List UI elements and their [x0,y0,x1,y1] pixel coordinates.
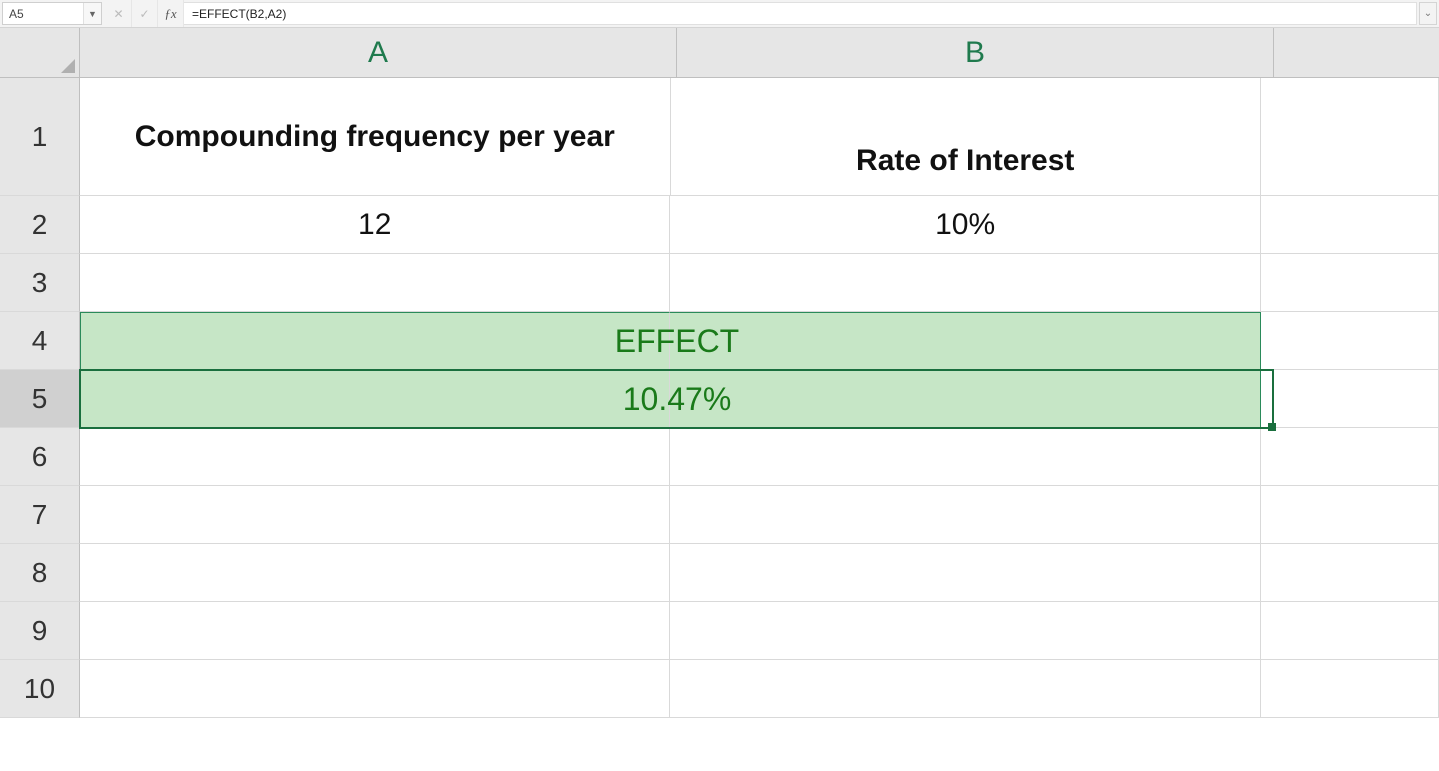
spreadsheet: AB 12345678910 Compounding frequency per… [0,28,1439,771]
cell-B8[interactable] [670,544,1260,602]
cell-blank-10[interactable] [1261,660,1439,718]
cell-B5[interactable] [670,370,1260,428]
row-header-3[interactable]: 3 [0,254,80,312]
cell-blank-3[interactable] [1261,254,1439,312]
cell-B2[interactable]: 10% [670,196,1260,254]
cell-blank-4[interactable] [1261,312,1439,370]
row-header-6[interactable]: 6 [0,428,80,486]
cell-A9[interactable] [80,602,670,660]
cell-A10[interactable] [80,660,670,718]
name-box[interactable]: A5 ▼ [2,2,102,25]
cell-blank-8[interactable] [1261,544,1439,602]
name-box-dropdown-icon[interactable]: ▼ [83,3,101,24]
grid-row-5: 10.47% [80,370,1439,428]
grid-row-3 [80,254,1439,312]
select-all-corner[interactable] [0,28,80,78]
formula-bar: A5 ▼ ✕ ✓ ƒx =EFFECT(B2,A2) ⌄ [0,0,1439,28]
cell-A2[interactable]: 12 [80,196,670,254]
grid-row-2: 1210% [80,196,1439,254]
row-header-7[interactable]: 7 [0,486,80,544]
cell-A3[interactable] [80,254,670,312]
row-header-1[interactable]: 1 [0,78,80,196]
cell-grid[interactable]: Compounding frequency per yearRate of In… [80,78,1439,771]
cell-blank-1[interactable] [1261,78,1439,196]
row-header-4[interactable]: 4 [0,312,80,370]
column-header-B[interactable]: B [677,28,1274,78]
name-box-value: A5 [9,7,24,21]
enter-icon[interactable]: ✓ [132,0,158,27]
formula-expand-icon[interactable]: ⌄ [1419,2,1437,25]
cell-blank-2[interactable] [1261,196,1439,254]
formula-input[interactable]: =EFFECT(B2,A2) [184,2,1417,25]
grid-row-9 [80,602,1439,660]
cell-blank-9[interactable] [1261,602,1439,660]
cell-B6[interactable] [670,428,1260,486]
row-header-5[interactable]: 5 [0,370,80,428]
cell-A8[interactable] [80,544,670,602]
cell-B7[interactable] [670,486,1260,544]
grid-row-6 [80,428,1439,486]
column-headers: AB [80,28,1439,78]
cell-A1[interactable]: Compounding frequency per year [80,78,671,196]
row-header-2[interactable]: 2 [0,196,80,254]
row-header-8[interactable]: 8 [0,544,80,602]
grid-row-1: Compounding frequency per yearRate of In… [80,78,1439,196]
cell-A7[interactable] [80,486,670,544]
row-headers: 12345678910 [0,78,80,718]
row-header-9[interactable]: 9 [0,602,80,660]
formula-text: =EFFECT(B2,A2) [192,7,286,21]
row-header-10[interactable]: 10 [0,660,80,718]
column-header-blank[interactable] [1274,28,1439,78]
cancel-icon[interactable]: ✕ [106,0,132,27]
grid-row-7 [80,486,1439,544]
cell-blank-6[interactable] [1261,428,1439,486]
grid-row-10 [80,660,1439,718]
column-header-A[interactable]: A [80,28,677,78]
fx-icon[interactable]: ƒx [158,0,184,27]
cell-A6[interactable] [80,428,670,486]
grid-row-4: EFFECT [80,312,1439,370]
grid-row-8 [80,544,1439,602]
cell-blank-7[interactable] [1261,486,1439,544]
cell-B9[interactable] [670,602,1260,660]
cell-A5[interactable] [80,370,670,428]
cell-B4[interactable] [670,312,1260,370]
cell-B10[interactable] [670,660,1260,718]
cell-blank-5[interactable] [1261,370,1439,428]
cell-B1[interactable]: Rate of Interest [671,78,1261,196]
cell-A4[interactable] [80,312,670,370]
cell-B3[interactable] [670,254,1260,312]
